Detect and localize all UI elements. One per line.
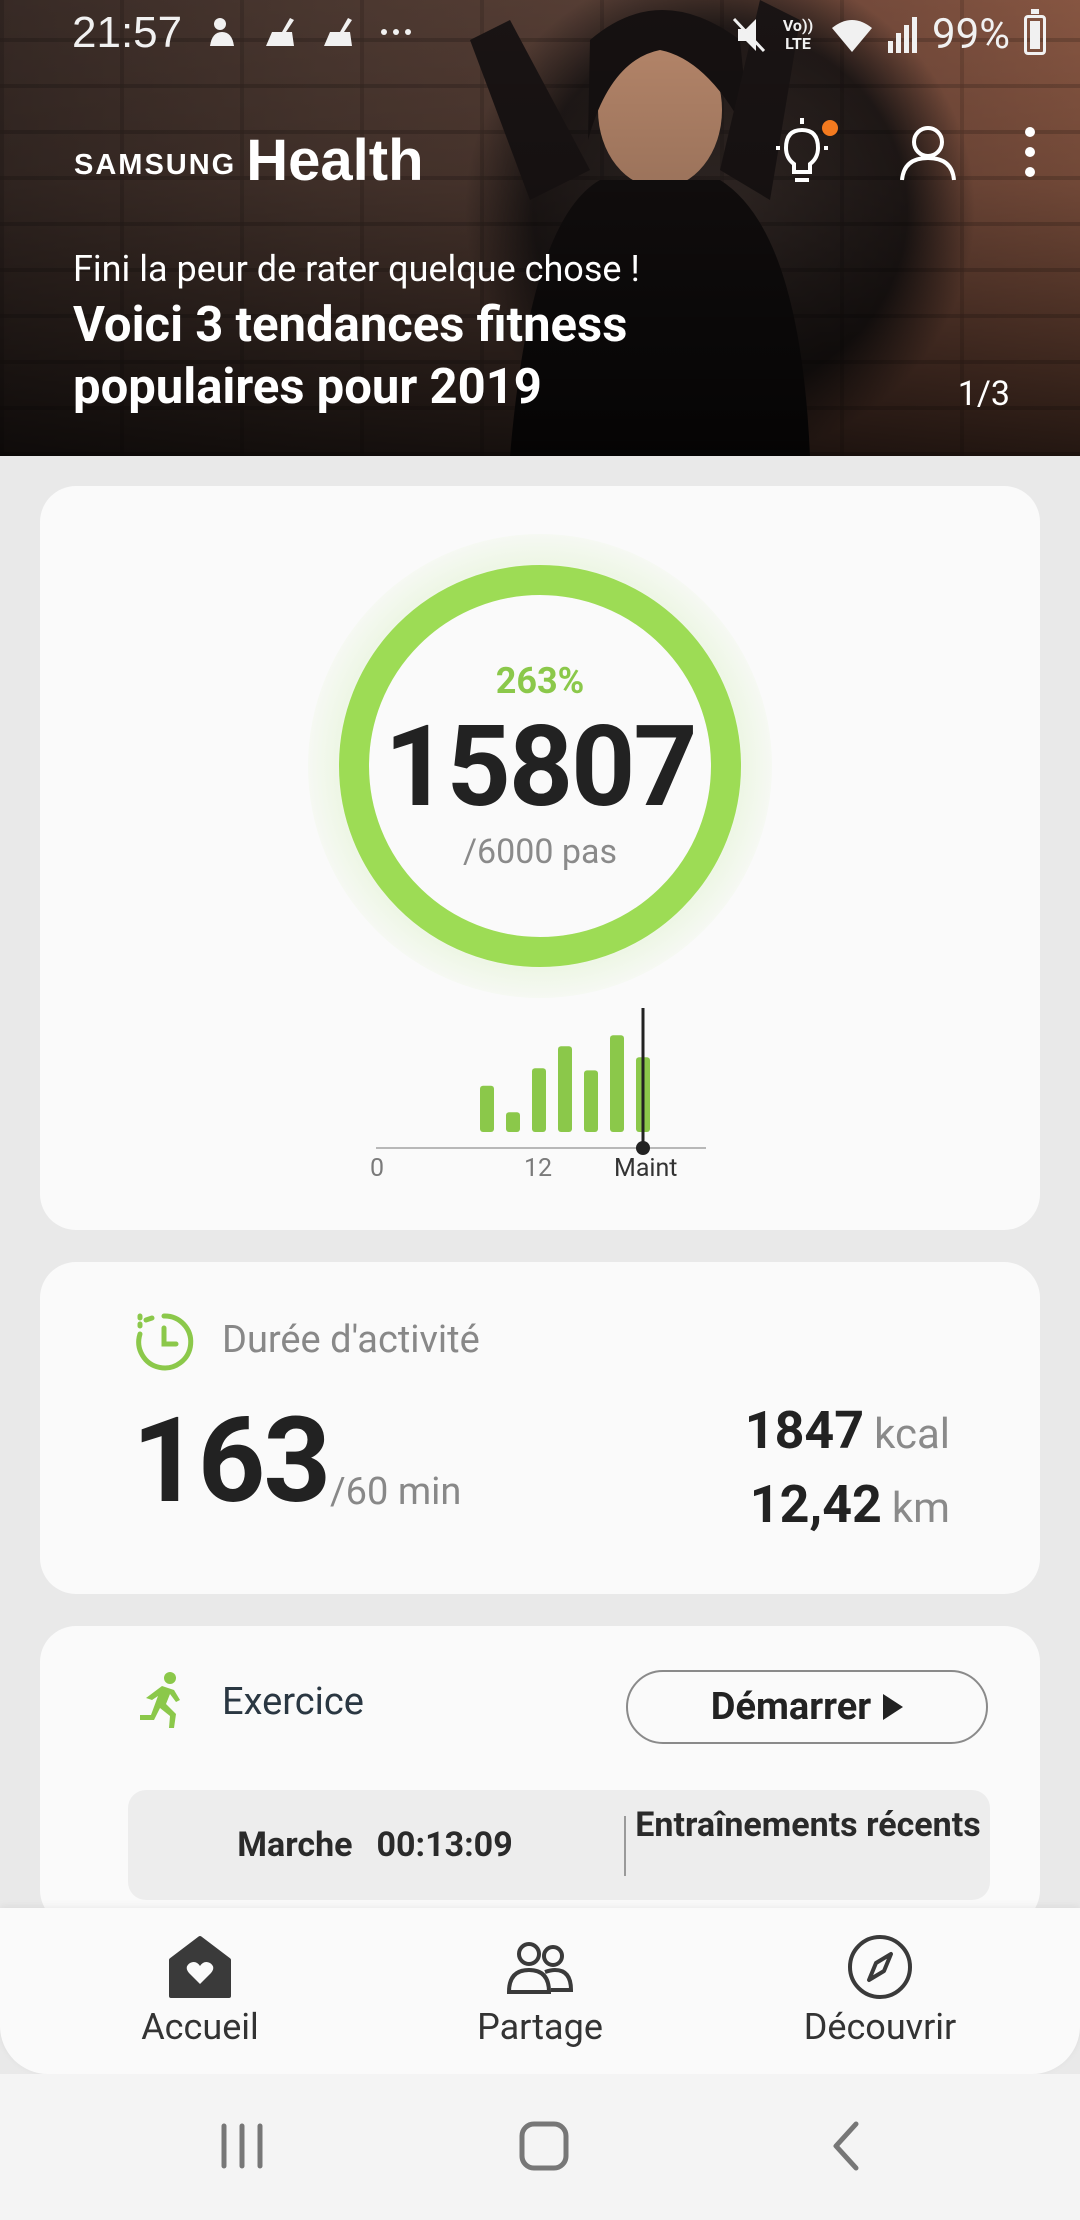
nav-item-home[interactable]: Accueil bbox=[50, 1932, 350, 2048]
battery-icon bbox=[1024, 8, 1046, 55]
status-notification-icons bbox=[204, 14, 414, 50]
tick-label-start: 0 bbox=[370, 1154, 385, 1183]
more-vert-icon bbox=[1025, 127, 1035, 177]
compass-icon bbox=[848, 1935, 912, 1999]
notification-dot bbox=[822, 120, 838, 136]
bottom-navigation: Accueil Partage Découvrir bbox=[0, 1908, 1080, 2074]
activity-label: Durée d'activité bbox=[222, 1318, 480, 1362]
hourly-bar bbox=[532, 1068, 546, 1132]
exercise-label: Exercice bbox=[222, 1680, 364, 1724]
more-notifications-icon bbox=[381, 29, 411, 35]
nav-item-discover[interactable]: Découvrir bbox=[730, 1932, 1030, 2048]
banner-title: Voici 3 tendances fitness populaires pou… bbox=[73, 296, 628, 415]
hourly-bar bbox=[610, 1035, 624, 1132]
calories-value: 1847 bbox=[744, 1400, 865, 1461]
status-right-cluster: Vo)) LTE 99% bbox=[732, 8, 1046, 59]
volte-indicator: Vo)) LTE bbox=[782, 15, 814, 53]
status-time: 21:57 bbox=[72, 8, 183, 57]
nav-label-share: Partage bbox=[477, 2006, 603, 2048]
nav-label-home: Accueil bbox=[141, 2006, 259, 2048]
start-exercise-button[interactable]: Démarrer bbox=[626, 1670, 988, 1744]
header-actions bbox=[768, 118, 1040, 186]
steps-percent: 263% bbox=[495, 660, 585, 702]
notification-app-icon bbox=[210, 18, 234, 46]
brand-samsung: SAMSUNG bbox=[74, 149, 237, 181]
steps-count: 15807 bbox=[384, 702, 697, 833]
signal-icon bbox=[888, 16, 918, 53]
distance-unit: km bbox=[891, 1484, 950, 1533]
activity-minutes: 163 bbox=[132, 1392, 331, 1530]
home-heart-icon bbox=[169, 1936, 231, 1998]
hourly-bar bbox=[584, 1070, 598, 1132]
banner-pager: 1/3 bbox=[957, 374, 1010, 414]
clean-icon bbox=[324, 18, 352, 46]
banner-subtitle: Fini la peur de rater quelque chose ! bbox=[73, 248, 640, 290]
recent-workout-bar: Marche 00:13:09 Entraînements récents bbox=[128, 1790, 990, 1900]
home-icon[interactable] bbox=[514, 2116, 574, 2176]
profile-icon bbox=[900, 126, 956, 181]
steps-ring: 263% 15807 /6000 pas bbox=[308, 534, 772, 998]
distance-row: 12,42 km bbox=[745, 1470, 950, 1544]
people-icon bbox=[506, 1942, 574, 1994]
app-logo: SAMSUNG Health bbox=[74, 132, 424, 190]
steps-goal: /6000 pas bbox=[462, 832, 618, 872]
play-icon bbox=[883, 1694, 904, 1720]
hourly-steps-chart bbox=[376, 1008, 706, 1155]
back-icon[interactable] bbox=[818, 2116, 878, 2176]
tick-label-noon: 12 bbox=[524, 1154, 553, 1183]
system-navigation-bar bbox=[0, 2074, 1080, 2220]
last-workout[interactable]: Marche 00:13:09 bbox=[128, 1790, 622, 1900]
now-marker-dot bbox=[636, 1141, 650, 1155]
recent-workouts-link[interactable]: Entraînements récents bbox=[626, 1804, 990, 1846]
profile-button[interactable] bbox=[894, 118, 962, 186]
running-icon bbox=[140, 1672, 180, 1728]
tick-label-now: Maint bbox=[614, 1154, 678, 1183]
nav-label-discover: Découvrir bbox=[803, 2006, 957, 2048]
last-workout-duration: 00:13:09 bbox=[376, 1825, 513, 1865]
calories-unit: kcal bbox=[874, 1410, 950, 1459]
header-banner[interactable]: 21:57 Vo)) LTE 99% SAMSUNG Health Fini l… bbox=[0, 0, 1080, 456]
activity-stats: 1847 kcal 12,42 km bbox=[745, 1396, 950, 1544]
exercise-card[interactable]: Exercice Démarrer Marche 00:13:09 Entraî… bbox=[40, 1626, 1040, 1926]
steps-card[interactable]: 263% 15807 /6000 pas 0 12 Maint bbox=[40, 486, 1040, 1230]
battery-percent: 99% bbox=[932, 10, 1010, 59]
hourly-bar bbox=[480, 1085, 494, 1132]
activity-card[interactable]: Durée d'activité 163 /60 min 1847 kcal 12… bbox=[40, 1262, 1040, 1594]
activity-timer-icon bbox=[136, 1311, 194, 1371]
distance-value: 12,42 bbox=[749, 1474, 882, 1535]
clean-icon bbox=[266, 18, 294, 46]
wifi-icon bbox=[832, 19, 873, 52]
brand-health: Health bbox=[246, 128, 424, 193]
recent-apps-icon[interactable] bbox=[212, 2116, 272, 2176]
status-bar: 21:57 Vo)) LTE 99% bbox=[0, 0, 1080, 72]
more-options-button[interactable] bbox=[1020, 118, 1040, 186]
mute-icon bbox=[732, 17, 766, 52]
calories-row: 1847 kcal bbox=[745, 1396, 950, 1470]
nav-item-share[interactable]: Partage bbox=[390, 1932, 690, 2048]
last-workout-type: Marche bbox=[237, 1825, 353, 1865]
start-button-label: Démarrer bbox=[710, 1685, 872, 1729]
hourly-bar bbox=[558, 1046, 572, 1132]
activity-goal: /60 min bbox=[330, 1470, 462, 1514]
hourly-bar bbox=[506, 1112, 520, 1132]
tips-button[interactable] bbox=[768, 118, 838, 186]
